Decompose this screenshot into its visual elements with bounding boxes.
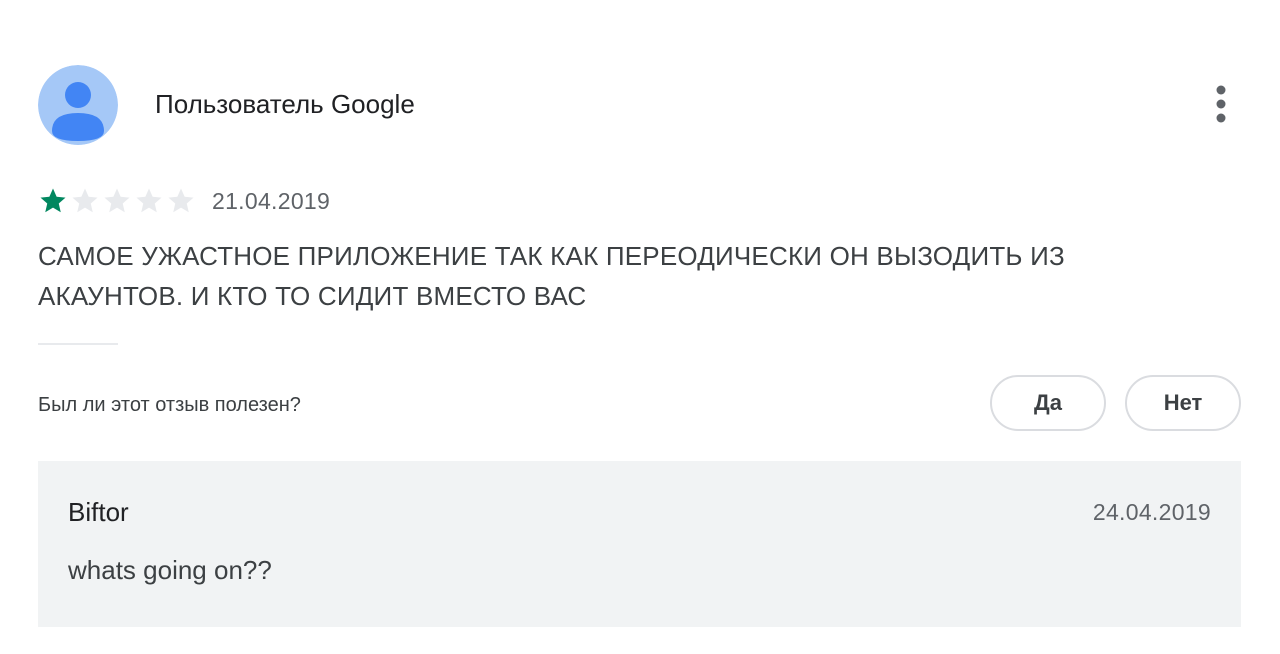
reply-text: whats going on?? <box>68 555 272 585</box>
helpful-no-button[interactable]: Нет <box>1125 375 1241 431</box>
rating-row: 21.04.2019 <box>38 185 330 217</box>
star-empty-icon <box>104 188 130 213</box>
default-user-avatar-icon <box>38 65 118 145</box>
reply-date: 24.04.2019 <box>1092 499 1211 525</box>
reply-author: Biftor <box>68 497 129 527</box>
review-author-name: Пользователь Google <box>155 89 415 119</box>
helpful-question: Был ли этот отзыв полезен? <box>38 394 301 416</box>
star-empty-icon <box>136 188 162 213</box>
review-text: САМОЕ УЖАСТНОЕ ПРИЛОЖЕНИЕ ТАК КАК ПЕРЕОД… <box>38 241 1065 311</box>
star-rating <box>38 186 198 216</box>
developer-reply: Biftor 24.04.2019 whats going on?? <box>38 461 1241 627</box>
divider <box>38 343 118 345</box>
star-filled-icon <box>40 188 66 213</box>
helpful-yes-button[interactable]: Да <box>990 375 1106 431</box>
star-empty-icon <box>168 188 194 213</box>
more-vert-icon <box>1216 85 1226 123</box>
review-date: 21.04.2019 <box>212 187 331 214</box>
star-empty-icon <box>72 188 98 213</box>
more-options-button[interactable] <box>1203 80 1239 130</box>
avatar <box>38 65 118 145</box>
